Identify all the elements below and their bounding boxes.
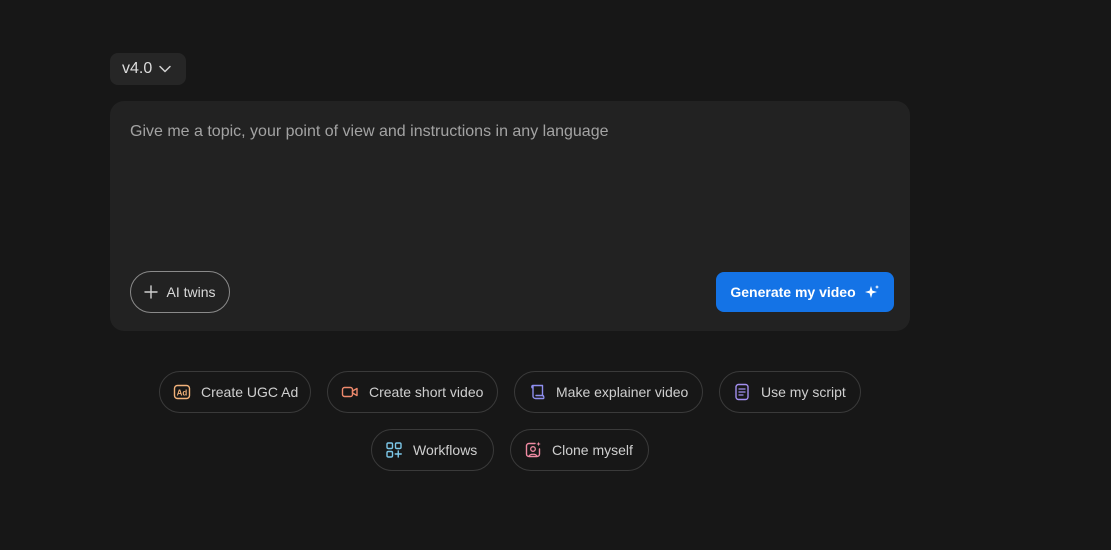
create-short-video-button[interactable]: Create short video	[327, 371, 498, 413]
version-label: v4.0	[122, 60, 153, 77]
clone-myself-button[interactable]: Clone myself	[510, 429, 649, 471]
chip-label: Workflows	[413, 442, 478, 458]
prompt-card: AI twins Generate my video	[110, 101, 910, 331]
chip-label: Clone myself	[552, 442, 633, 458]
prompt-input[interactable]	[130, 121, 890, 263]
user-sparkle-icon	[525, 441, 541, 458]
ai-twins-label: AI twins	[166, 284, 216, 300]
generate-label: Generate my video	[730, 284, 856, 300]
workflows-button[interactable]: Workflows	[371, 429, 494, 471]
generate-video-button[interactable]: Generate my video	[716, 272, 894, 312]
document-icon	[735, 383, 749, 401]
chip-label: Create UGC Ad	[201, 384, 299, 400]
version-selector[interactable]: v4.0	[110, 53, 186, 85]
sparkle-icon	[864, 285, 879, 298]
ai-twins-button[interactable]: AI twins	[130, 271, 230, 313]
chip-label: Use my script	[761, 384, 846, 400]
workflow-icon	[386, 442, 402, 458]
chip-label: Create short video	[369, 384, 484, 400]
create-ugc-ad-button[interactable]: Ad Create UGC Ad	[159, 371, 311, 413]
svg-text:Ad: Ad	[177, 389, 188, 398]
ad-icon: Ad	[173, 384, 191, 400]
use-my-script-button[interactable]: Use my script	[719, 371, 861, 413]
make-explainer-video-button[interactable]: Make explainer video	[514, 371, 703, 413]
plus-icon	[144, 285, 159, 299]
scroll-icon	[531, 384, 545, 400]
chip-label: Make explainer video	[556, 384, 689, 400]
chevron-down-icon	[159, 65, 171, 73]
video-camera-icon	[341, 386, 358, 398]
